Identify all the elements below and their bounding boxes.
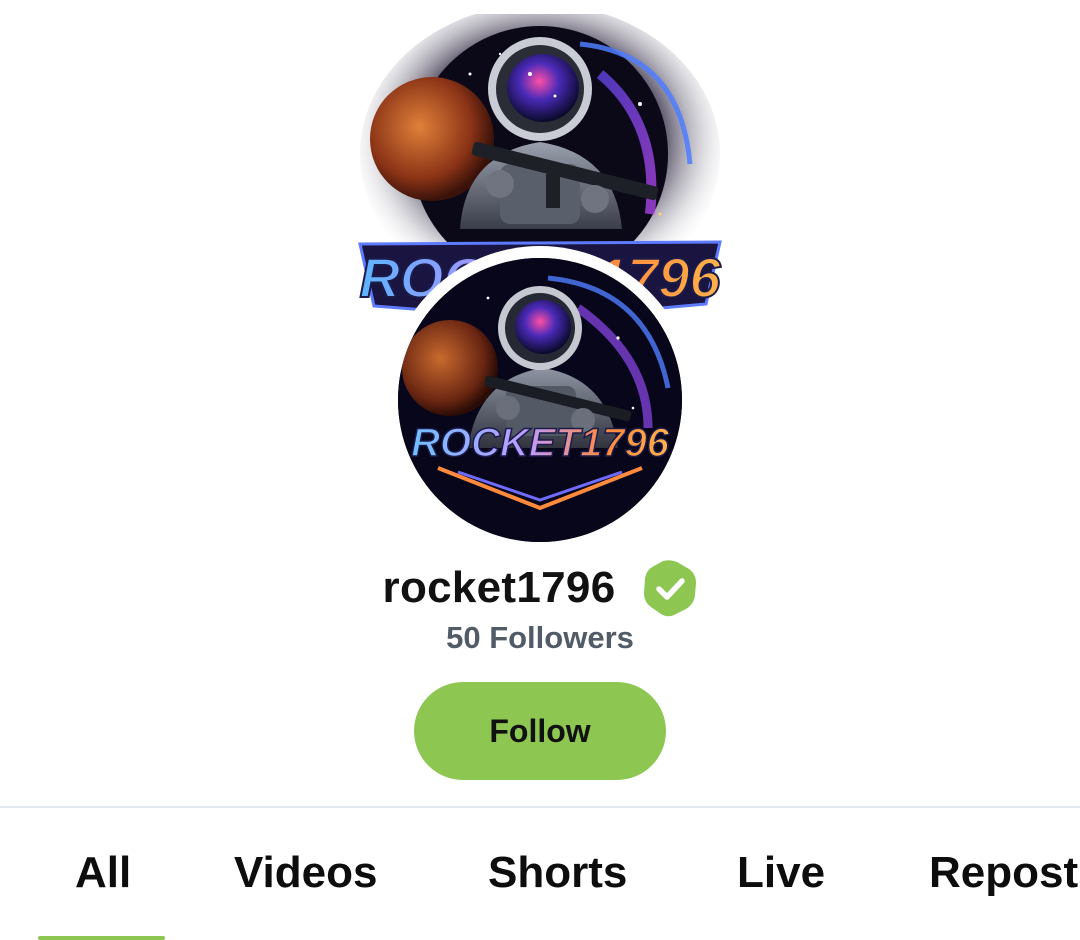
tab-reposts[interactable]: Reposts	[929, 848, 1080, 898]
followers-count[interactable]: 50 Followers	[0, 620, 1080, 656]
avatar-logo-text: ROCKET1796	[411, 421, 670, 465]
content-tabs: All Videos Shorts Live Reposts	[0, 808, 1080, 940]
tab-live[interactable]: Live	[737, 848, 825, 898]
tab-videos[interactable]: Videos	[234, 848, 377, 898]
active-tab-indicator	[38, 936, 165, 940]
tab-all[interactable]: All	[75, 848, 131, 898]
tab-shorts[interactable]: Shorts	[488, 848, 627, 898]
astronaut-avatar-image: ROCKET1796	[398, 258, 682, 542]
username: rocket1796	[382, 563, 616, 612]
avatar[interactable]: ROCKET1796	[398, 258, 682, 542]
profile-name-row: rocket1796	[0, 556, 1080, 620]
follow-button[interactable]: Follow	[414, 682, 666, 780]
verified-check-icon	[643, 559, 697, 617]
